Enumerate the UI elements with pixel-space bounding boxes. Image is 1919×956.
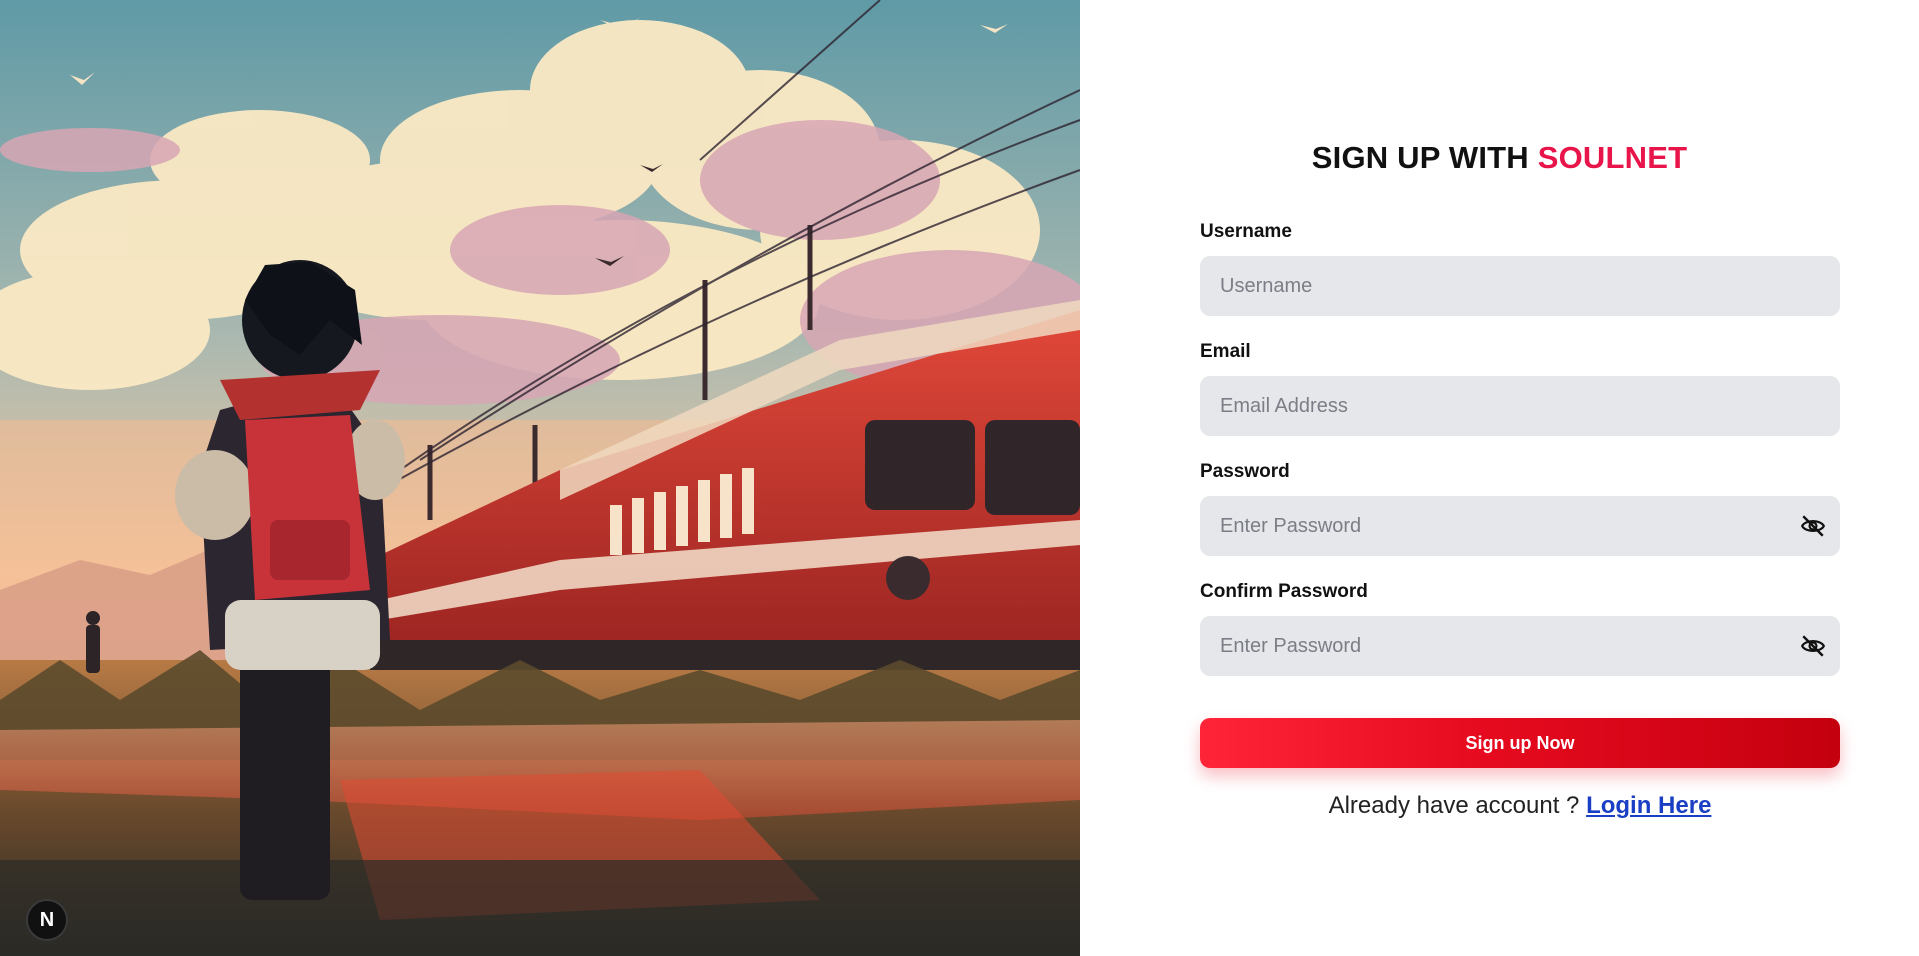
email-label: Email <box>1200 341 1251 362</box>
password-input[interactable] <box>1200 496 1840 556</box>
confirm-password-label: Confirm Password <box>1200 581 1368 602</box>
hero-illustration: N <box>0 0 1080 956</box>
confirm-password-input-wrap <box>1200 616 1840 676</box>
eye-off-icon[interactable] <box>1800 633 1826 659</box>
login-prompt: Already have account ? Login Here <box>1200 792 1840 820</box>
password-field-group: Password <box>1200 460 1840 556</box>
username-input-wrap <box>1200 256 1840 316</box>
title-prefix: SIGN UP WITH <box>1311 140 1529 175</box>
username-field-group: Username <box>1200 220 1840 316</box>
email-input-wrap <box>1200 376 1840 436</box>
next-dev-badge[interactable]: N <box>26 899 68 941</box>
username-label: Username <box>1200 221 1292 242</box>
password-label: Password <box>1200 461 1290 482</box>
password-input-wrap <box>1200 496 1840 556</box>
confirm-password-field-group: Confirm Password <box>1200 580 1840 676</box>
email-field-group: Email <box>1200 340 1840 436</box>
page-title: SIGN UP WITH SOULNET <box>1080 140 1919 176</box>
brand-name: SOULNET <box>1537 140 1688 175</box>
eye-off-icon[interactable] <box>1800 513 1826 539</box>
signup-form-panel: SIGN UP WITH SOULNET Username Email Pass… <box>1080 0 1919 956</box>
confirm-password-input[interactable] <box>1200 616 1840 676</box>
username-input[interactable] <box>1200 256 1840 316</box>
sign-up-button[interactable]: Sign up Now <box>1200 718 1840 768</box>
train-sunset-illustration <box>0 0 1080 956</box>
signup-page: N SIGN UP WITH SOULNET Username Email Pa… <box>0 0 1919 956</box>
login-link[interactable]: Login Here <box>1586 792 1711 819</box>
login-prompt-text: Already have account ? <box>1328 792 1580 819</box>
email-input[interactable] <box>1200 376 1840 436</box>
